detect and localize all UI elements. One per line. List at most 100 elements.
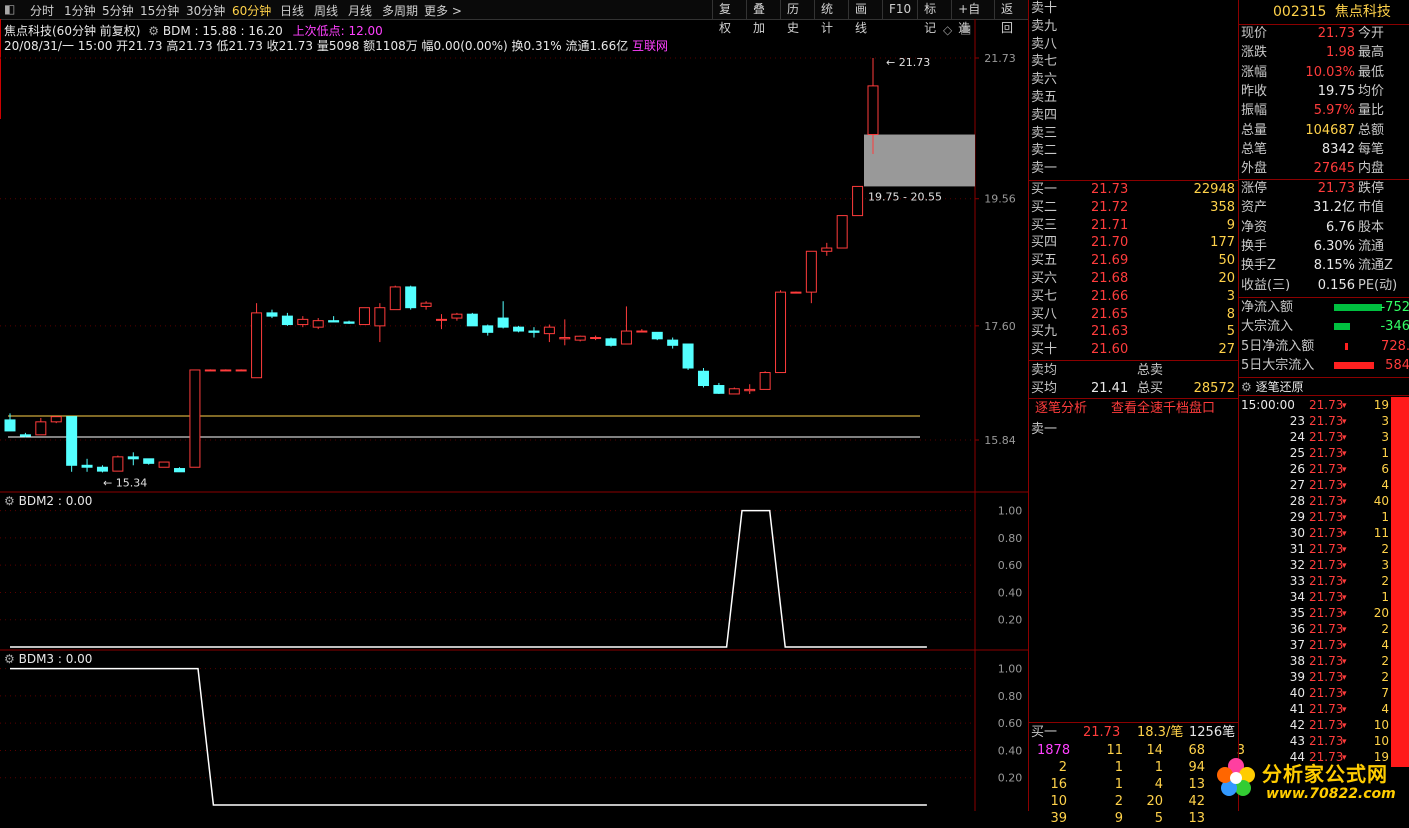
toolbar-button[interactable]: 统计 bbox=[814, 0, 848, 35]
candle-body bbox=[590, 337, 602, 340]
stock-header: 002315 焦点科技 bbox=[1273, 3, 1391, 21]
period-tab[interactable]: 15分钟 bbox=[140, 2, 179, 19]
watermark-text: 分析家公式网 bbox=[1262, 762, 1388, 786]
settings-icon[interactable]: ⚙ bbox=[1241, 380, 1252, 394]
quote-label: 涨停 bbox=[1241, 181, 1268, 196]
queue-cell: 1 bbox=[1114, 760, 1123, 775]
flower-logo-icon bbox=[1214, 756, 1258, 800]
range-box bbox=[864, 134, 975, 187]
candle-body bbox=[728, 388, 740, 395]
toolbar-button[interactable]: 标记 bbox=[917, 0, 951, 35]
period-tab[interactable]: 周线 bbox=[314, 2, 338, 19]
tick-header: ⚙ 逐笔还原 bbox=[1241, 378, 1304, 396]
buy-level-volume: 22948 bbox=[1193, 182, 1235, 197]
candle-body bbox=[697, 370, 709, 387]
y-tick-label: 0.80 bbox=[998, 690, 1023, 703]
quote-label: 昨收 bbox=[1241, 83, 1268, 99]
bdm3-title: BDM3 : 0.00 bbox=[18, 652, 93, 666]
period-toolbar: ◧ 分时 1分钟 5分钟 15分钟 30分钟 60分钟 日线 周线 月线 多周期 更多 > 复权 叠加… bbox=[0, 0, 1028, 35]
queue-cell: 94 bbox=[1188, 760, 1205, 775]
queue-cell: 1 bbox=[1154, 760, 1163, 775]
y-tick-label: 0.40 bbox=[998, 586, 1023, 599]
quote-value: 8.15% bbox=[1313, 258, 1355, 274]
stock-code: 002315 bbox=[1273, 4, 1327, 20]
y-tick-label: 0.60 bbox=[998, 717, 1023, 730]
sell-level-label: 卖八 bbox=[1031, 36, 1058, 52]
toolbar-button[interactable]: +自选 bbox=[951, 0, 994, 35]
quote-label: PE(动) bbox=[1358, 277, 1398, 293]
watermark-url: www.70822.com bbox=[1266, 786, 1396, 802]
candle-body bbox=[405, 286, 417, 309]
y-tick-label: 1.00 bbox=[998, 505, 1023, 518]
period-tab[interactable]: 分时 bbox=[30, 2, 54, 19]
quote-value: 31.2亿 bbox=[1313, 200, 1355, 216]
buy-level-label: 买三 bbox=[1031, 217, 1058, 233]
quote-label: 今开 bbox=[1358, 26, 1385, 41]
period-tab[interactable]: 30分钟 bbox=[186, 2, 225, 19]
period-tab[interactable]: 1分钟 bbox=[64, 2, 96, 19]
period-tab[interactable]: 更多 > bbox=[424, 2, 462, 19]
flow-bar bbox=[1334, 323, 1350, 331]
queue-cell: 14 bbox=[1146, 743, 1163, 758]
settings-icon[interactable]: ⚙ bbox=[4, 652, 15, 666]
kline-chart-area[interactable]: 21.73 19.56 17.60 15.84 19.75 - 20.55 ← 21.73… bbox=[0, 19, 1028, 811]
candle-body bbox=[744, 388, 756, 392]
candle-body bbox=[50, 416, 62, 423]
quote-label: 市值 bbox=[1358, 200, 1385, 216]
tick-title: 逐笔还原 bbox=[1255, 380, 1304, 394]
toolbar-button[interactable]: 返回 bbox=[993, 0, 1028, 35]
buy-level-price: 21.73 bbox=[1091, 182, 1129, 197]
candle-body bbox=[790, 291, 802, 294]
flow-bar bbox=[1345, 342, 1348, 350]
quote-label: 净资 bbox=[1241, 219, 1268, 235]
candle-body bbox=[821, 247, 833, 252]
buy-level-price: 21.63 bbox=[1091, 324, 1129, 340]
tab-trade-analysis[interactable]: 逐笔分析 bbox=[1035, 400, 1087, 418]
candle-body bbox=[513, 326, 525, 332]
queue-cell: 68 bbox=[1188, 743, 1205, 758]
flow-label: 5日净流入额 bbox=[1241, 338, 1315, 354]
tab-full-depth[interactable]: 查看全速千档盘口 bbox=[1111, 400, 1215, 418]
candle-body bbox=[358, 307, 370, 326]
sell-level-label: 卖四 bbox=[1031, 107, 1058, 123]
queue-cell: 4 bbox=[1154, 777, 1163, 792]
queue-cell: 13 bbox=[1188, 811, 1205, 826]
candle-body bbox=[620, 330, 632, 345]
toolbar-button[interactable]: 复权 bbox=[712, 0, 746, 35]
candle-body bbox=[66, 416, 78, 466]
period-tab[interactable]: 日线 bbox=[280, 2, 304, 19]
y-tick-label: 0.60 bbox=[998, 559, 1023, 572]
settings-icon[interactable]: ⚙ bbox=[4, 494, 15, 508]
quote-label: 总笔 bbox=[1241, 141, 1268, 157]
y-tick-label: 1.00 bbox=[998, 663, 1023, 676]
candle-body bbox=[636, 330, 648, 333]
candle-body bbox=[81, 464, 93, 468]
bdm2-title: BDM2 : 0.00 bbox=[18, 494, 93, 508]
buy-level-label: 买八 bbox=[1031, 306, 1058, 322]
period-tab[interactable]: 60分钟 bbox=[232, 2, 271, 19]
buy-level-volume: 20 bbox=[1218, 271, 1235, 286]
period-tab[interactable]: 5分钟 bbox=[102, 2, 134, 19]
candle-body bbox=[852, 185, 864, 217]
quote-value: 21.73 bbox=[1317, 181, 1355, 196]
toolbar-button[interactable]: 画线 bbox=[848, 0, 882, 35]
buy-level-volume: 27 bbox=[1218, 342, 1235, 358]
total-buy-value: 28572 bbox=[1193, 381, 1235, 396]
candle-body bbox=[174, 468, 186, 473]
queue-cell: 16 bbox=[1050, 777, 1067, 792]
buy-level-volume: 3 bbox=[1226, 288, 1235, 304]
toolbar-button[interactable]: 叠加 bbox=[746, 0, 780, 35]
candle-body bbox=[420, 302, 432, 307]
toolbar-button[interactable]: F10 bbox=[882, 0, 917, 19]
candle-body bbox=[96, 466, 108, 472]
period-tab[interactable]: 月线 bbox=[348, 2, 372, 19]
orderbook-panel: 卖十 卖九 卖八 卖七 卖六 卖五 卖四 卖三 卖二 卖一 买一 21.73 22948 买二 21.72… bbox=[1028, 0, 1245, 826]
candle-body bbox=[127, 456, 139, 460]
buy-level-price: 21.66 bbox=[1091, 288, 1129, 304]
sell-level-label: 卖七 bbox=[1031, 54, 1058, 70]
panel-toggle-icon[interactable]: ◧ bbox=[4, 2, 15, 16]
toolbar-button[interactable]: 历史 bbox=[780, 0, 814, 35]
quote-value: 0.156 bbox=[1317, 277, 1355, 293]
period-tab[interactable]: 多周期 bbox=[382, 2, 418, 19]
quote-label: 总量 bbox=[1241, 122, 1268, 138]
